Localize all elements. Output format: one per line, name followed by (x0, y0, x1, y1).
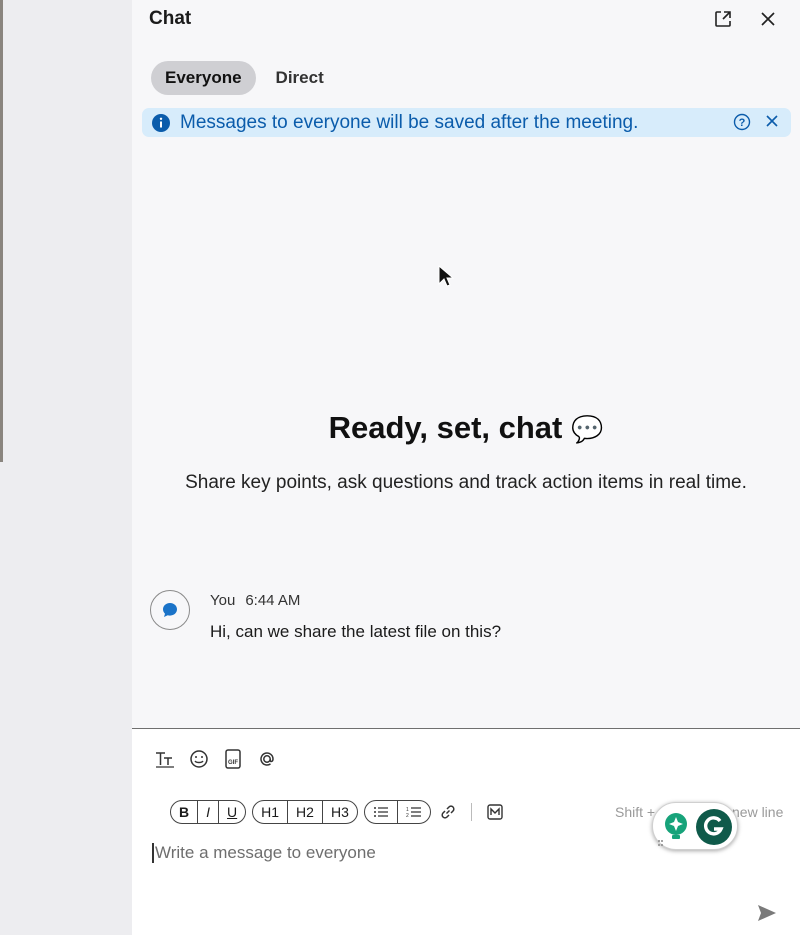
send-icon[interactable] (757, 904, 777, 927)
link-icon[interactable] (437, 801, 459, 823)
close-icon[interactable] (758, 9, 778, 29)
empty-state-subtitle: Share key points, ask questions and trac… (185, 472, 747, 493)
markdown-icon[interactable] (484, 801, 506, 823)
help-icon[interactable]: ? (733, 113, 751, 136)
message-input[interactable]: Write a message to everyone (152, 843, 376, 863)
text-format-icon[interactable] (154, 748, 176, 770)
info-icon (152, 113, 170, 132)
empty-title-text: Ready, set, chat (328, 410, 563, 445)
left-strip (0, 0, 132, 935)
banner-close-icon[interactable] (765, 114, 779, 133)
message-author: You (210, 592, 236, 609)
shortcut-hint-left: Shift + (615, 804, 656, 820)
tab-direct[interactable]: Direct (262, 61, 338, 95)
left-edge (0, 0, 3, 462)
info-banner: Messages to everyone will be saved after… (142, 108, 791, 137)
avatar (150, 590, 190, 630)
message-meta: You 6:44 AM (210, 592, 310, 609)
shortcut-hint-right: new line (732, 804, 784, 820)
composer-toolbar: GIF (154, 748, 278, 770)
format-toolbar: B I U H1 H2 H3 12 (170, 800, 506, 824)
chat-bubble-icon: 💬 (571, 414, 604, 444)
italic-button[interactable]: I (197, 801, 218, 823)
svg-text:2: 2 (406, 813, 409, 818)
mouse-cursor-icon (438, 265, 454, 287)
message-time: 6:44 AM (245, 592, 301, 609)
mention-icon[interactable] (256, 748, 278, 770)
svg-text:GIF: GIF (228, 760, 238, 766)
composer: GIF B I U H1 H2 H3 12 Shift + new line W… (132, 729, 800, 935)
bullet-list-icon[interactable] (365, 801, 397, 823)
list-group: 12 (363, 800, 431, 824)
text-style-group: B I U (170, 800, 247, 824)
bold-button[interactable]: B (171, 801, 197, 823)
grammarly-icons (658, 809, 732, 846)
numbered-list-icon[interactable]: 12 (396, 801, 430, 823)
toolbar-separator (470, 803, 472, 821)
chat-tabs: Everyone Direct (151, 61, 338, 95)
h1-button[interactable]: H1 (253, 801, 287, 823)
grammarly-widget[interactable] (652, 802, 738, 850)
svg-text:?: ? (739, 117, 746, 129)
empty-state-title: Ready, set, chat 💬 (132, 410, 800, 446)
message-text: Hi, can we share the latest file on this… (210, 622, 502, 641)
panel-title: Chat (149, 8, 192, 29)
underline-button[interactable]: U (218, 801, 245, 823)
banner-text: Messages to everyone will be saved after… (180, 111, 639, 133)
gif-icon[interactable]: GIF (222, 748, 244, 770)
emoji-icon[interactable] (188, 748, 210, 770)
h3-button[interactable]: H3 (321, 801, 357, 823)
h2-button[interactable]: H2 (287, 801, 322, 823)
chat-panel: Chat Everyone Direct Messages to everyon… (132, 0, 800, 935)
tab-everyone[interactable]: Everyone (151, 61, 256, 95)
heading-group: H1 H2 H3 (252, 800, 358, 824)
popout-icon[interactable] (713, 9, 733, 29)
